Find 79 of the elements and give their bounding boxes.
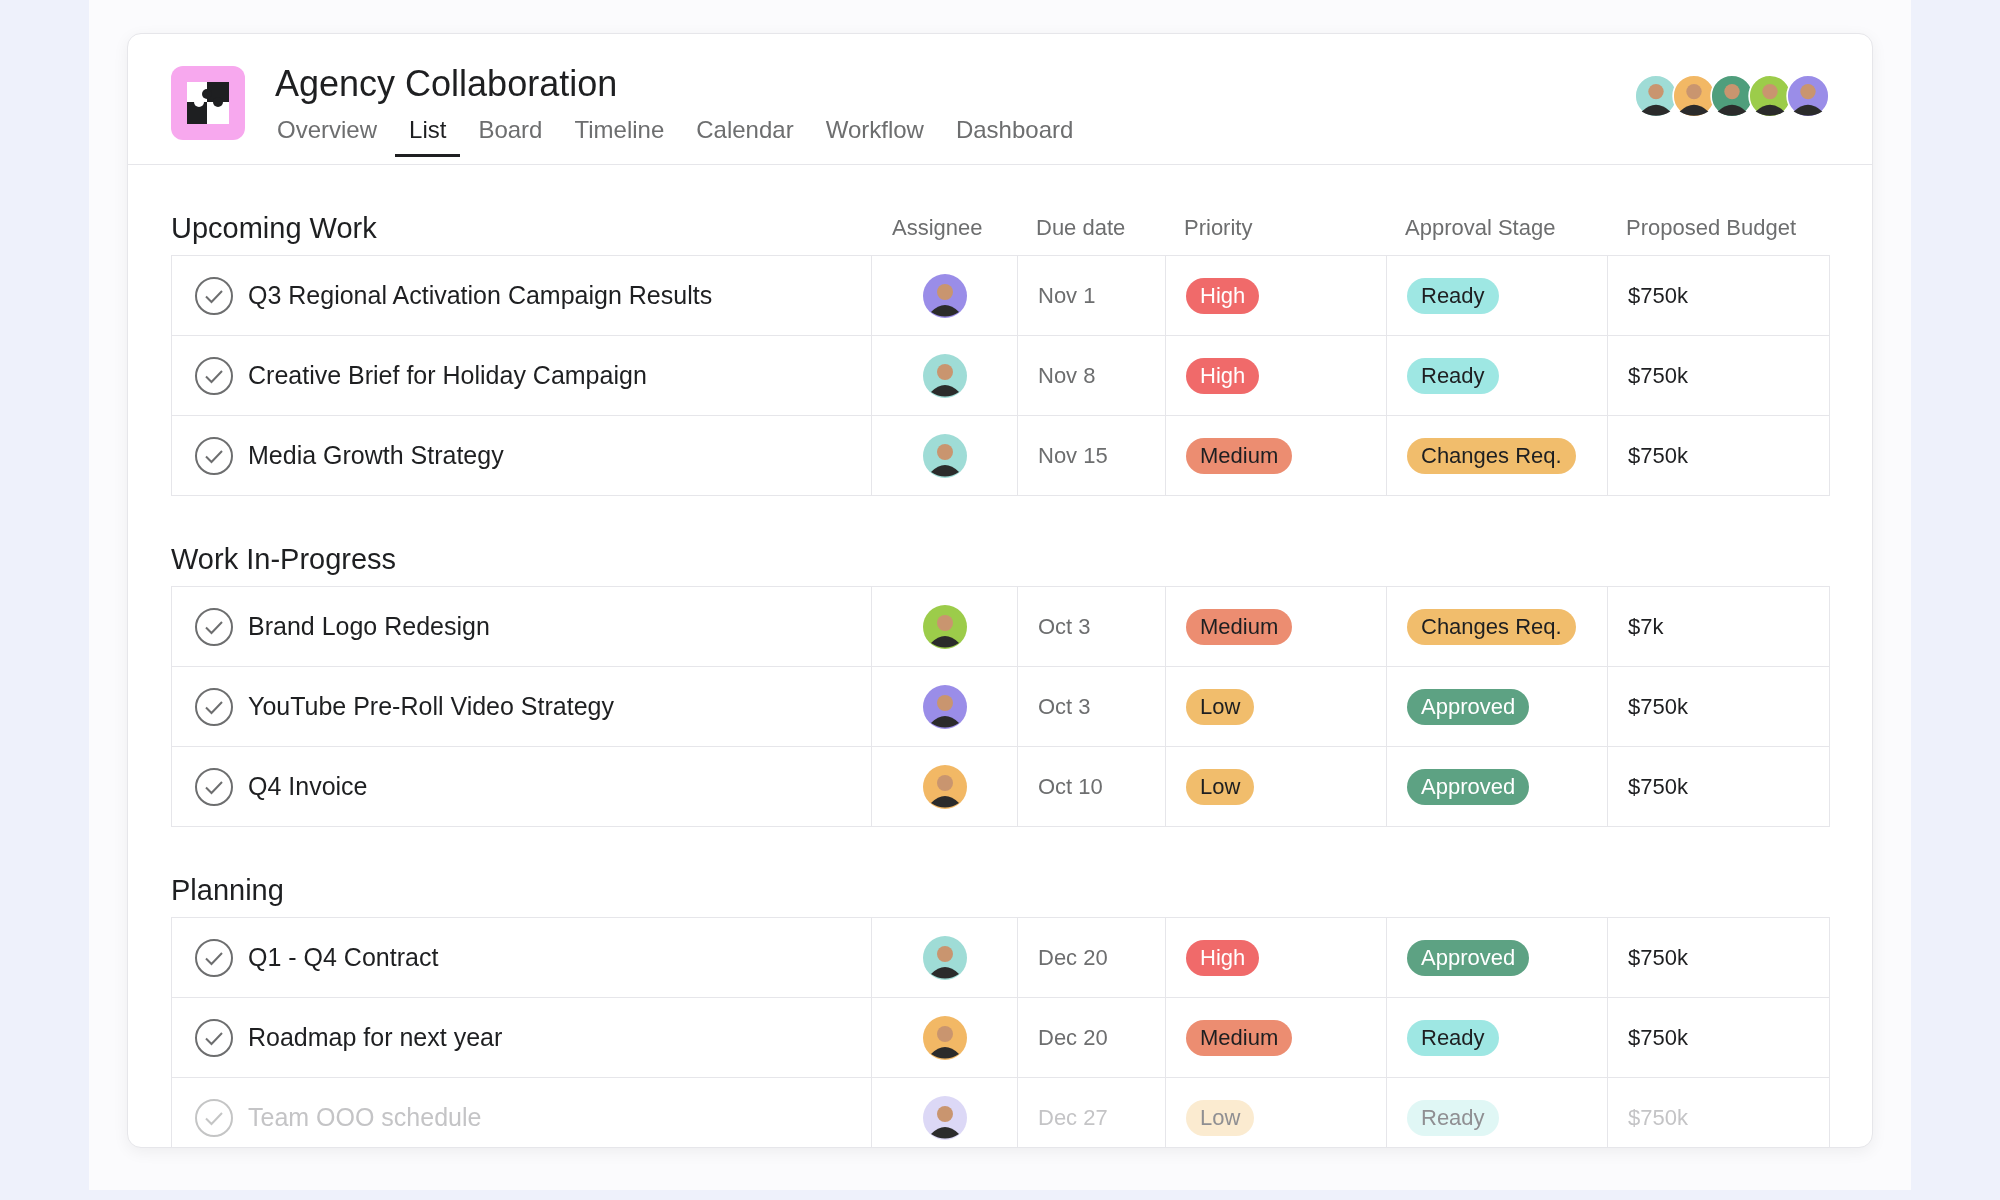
priority-tag: High	[1186, 277, 1260, 314]
assignee-avatar-icon[interactable]	[922, 433, 967, 478]
column-header: Priority	[1183, 215, 1254, 242]
due-date: Dec 20	[1038, 944, 1108, 971]
tab[interactable]: Workflow	[811, 116, 938, 157]
budget-value: $750k	[1628, 1104, 1688, 1131]
priority-tag: Medium	[1186, 437, 1293, 474]
column-header: Proposed Budget	[1625, 215, 1798, 242]
tab[interactable]: Board	[464, 116, 557, 157]
check-circle-icon[interactable]	[194, 435, 234, 476]
approval-tag: Changes Req.	[1407, 437, 1576, 474]
assignee-avatar-icon[interactable]	[922, 273, 967, 318]
budget-value: $750k	[1628, 362, 1688, 389]
task-name[interactable]: Brand Logo Redesign	[248, 612, 490, 641]
budget-value: $750k	[1628, 282, 1688, 309]
approval-tag: Ready	[1407, 357, 1499, 394]
priority-tag: High	[1186, 357, 1260, 394]
assignee-avatar-icon[interactable]	[922, 764, 967, 809]
tab[interactable]: List	[395, 116, 461, 157]
assignee-avatar-icon[interactable]	[922, 604, 967, 649]
check-circle-icon[interactable]	[194, 355, 234, 396]
puzzle-logo-icon	[171, 66, 245, 140]
section-title: Work In-Progress	[171, 543, 398, 576]
assignee-avatar-icon[interactable]	[922, 935, 967, 980]
budget-value: $750k	[1628, 1024, 1688, 1051]
approval-tag: Approved	[1407, 688, 1530, 725]
project-title: Agency Collaboration	[275, 62, 619, 106]
check-circle-icon[interactable]	[194, 686, 234, 727]
assignee-avatar-icon[interactable]	[922, 353, 967, 398]
priority-tag: Medium	[1186, 608, 1293, 645]
due-date: Nov 1	[1038, 282, 1096, 309]
due-date: Nov 15	[1038, 442, 1108, 469]
due-date: Oct 10	[1038, 773, 1103, 800]
due-date: Oct 3	[1038, 693, 1091, 720]
due-date: Dec 27	[1038, 1104, 1108, 1131]
approval-tag: Approved	[1407, 768, 1530, 805]
member-avatar-icon[interactable]	[1786, 74, 1830, 118]
budget-value: $750k	[1628, 442, 1688, 469]
task-name[interactable]: Roadmap for next year	[248, 1023, 503, 1052]
approval-tag: Changes Req.	[1407, 608, 1576, 645]
tab[interactable]: Overview	[273, 116, 392, 157]
task-name[interactable]: Creative Brief for Holiday Campaign	[248, 361, 647, 390]
tab[interactable]: Calendar	[682, 116, 808, 157]
column-header: Assignee	[891, 215, 984, 242]
task-name[interactable]: Q3 Regional Activation Campaign Results	[248, 281, 713, 310]
priority-tag: Medium	[1186, 1019, 1293, 1056]
assignee-avatar-icon[interactable]	[922, 1015, 967, 1060]
budget-value: $750k	[1628, 693, 1688, 720]
check-circle-icon[interactable]	[194, 937, 234, 978]
priority-tag: Low	[1186, 768, 1255, 805]
assignee-avatar-icon[interactable]	[922, 1095, 967, 1140]
tab[interactable]: Timeline	[560, 116, 679, 157]
approval-tag: Ready	[1407, 277, 1499, 314]
check-circle-icon[interactable]	[194, 275, 234, 316]
approval-tag: Ready	[1407, 1019, 1499, 1056]
budget-value: $750k	[1628, 773, 1688, 800]
task-name[interactable]: Q1 - Q4 Contract	[248, 943, 439, 972]
priority-tag: Low	[1186, 688, 1255, 725]
approval-tag: Approved	[1407, 939, 1530, 976]
check-circle-icon[interactable]	[194, 1017, 234, 1058]
section-title: Upcoming Work	[171, 212, 378, 245]
check-circle-icon[interactable]	[194, 606, 234, 647]
budget-value: $750k	[1628, 944, 1688, 971]
task-name[interactable]: Q4 Invoice	[248, 772, 368, 801]
due-date: Nov 8	[1038, 362, 1096, 389]
tab[interactable]: Dashboard	[941, 116, 1088, 157]
priority-tag: High	[1186, 939, 1260, 976]
approval-tag: Ready	[1407, 1099, 1499, 1136]
column-header: Approval Stage	[1404, 215, 1557, 242]
column-header: Due date	[1035, 215, 1127, 242]
due-date: Oct 3	[1038, 613, 1091, 640]
due-date: Dec 20	[1038, 1024, 1108, 1051]
priority-tag: Low	[1186, 1099, 1255, 1136]
assignee-avatar-icon[interactable]	[922, 684, 967, 729]
task-name[interactable]: YouTube Pre-Roll Video Strategy	[248, 692, 614, 721]
task-name[interactable]: Media Growth Strategy	[248, 441, 504, 470]
budget-value: $7k	[1628, 613, 1664, 640]
section-title: Planning	[171, 874, 285, 907]
check-circle-icon[interactable]	[194, 766, 234, 807]
